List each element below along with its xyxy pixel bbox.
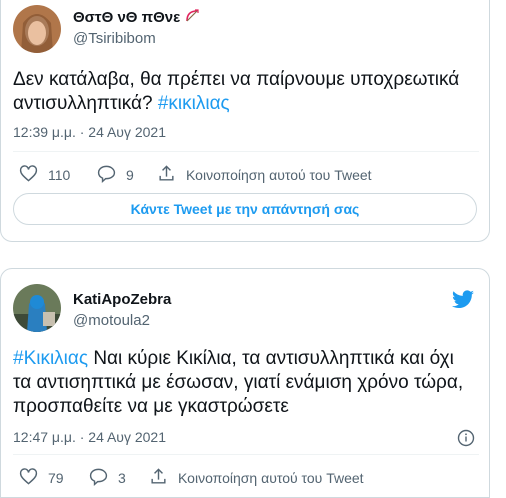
heart-icon bbox=[19, 467, 38, 489]
info-icon[interactable] bbox=[457, 429, 475, 447]
hashtag-link[interactable]: #Κικιλιας bbox=[13, 348, 88, 369]
tweet-text: #Κικιλιας Ναι κύριε Κικίλια, τα αντισυλλ… bbox=[13, 348, 464, 417]
share-icon bbox=[149, 467, 168, 489]
reply-count: 9 bbox=[126, 167, 134, 183]
bow-and-arrow-icon bbox=[184, 8, 200, 28]
reply-action[interactable]: 3 bbox=[89, 467, 126, 489]
like-action[interactable]: 79 bbox=[19, 467, 64, 489]
avatar[interactable] bbox=[13, 5, 61, 53]
avatar[interactable] bbox=[13, 284, 61, 332]
like-count: 110 bbox=[48, 167, 71, 183]
share-action[interactable]: Κοινοποίηση αυτού του Tweet bbox=[157, 164, 372, 186]
reply-tweet-button[interactable]: Κάντε Tweet με την απάντησή σας bbox=[13, 193, 477, 225]
heart-icon bbox=[19, 164, 38, 186]
tweet-card-2: KatiApoZebra @motoula2 #Κικιλιας Ναι κύρ… bbox=[0, 268, 490, 498]
tweet-text: Δεν κατάλαβα, θα πρέπει να παίρνουμε υπο… bbox=[13, 69, 460, 114]
tweet-timestamp[interactable]: 12:39 μ.μ. · 24 Αυγ 2021 bbox=[13, 124, 166, 140]
speech-bubble-icon bbox=[97, 164, 116, 186]
tweet-timestamp[interactable]: 12:47 μ.μ. · 24 Αυγ 2021 bbox=[13, 429, 166, 445]
share-icon bbox=[157, 164, 176, 186]
tweet-card-1: ΘστΘ νΘ πΘνε @Tsiribibom Δεν κατάλαβα, θ… bbox=[0, 0, 490, 242]
user-handle[interactable]: @motoula2 bbox=[73, 312, 150, 329]
reply-action[interactable]: 9 bbox=[97, 164, 134, 186]
speech-bubble-icon bbox=[89, 467, 108, 489]
twitter-bird-icon[interactable] bbox=[451, 287, 475, 311]
user-handle[interactable]: @Tsiribibom bbox=[73, 30, 156, 47]
divider bbox=[13, 151, 479, 152]
share-label: Κοινοποίηση αυτού του Tweet bbox=[186, 167, 372, 183]
divider bbox=[13, 454, 479, 455]
hashtag-link[interactable]: #κικιλιας bbox=[158, 93, 230, 114]
display-name[interactable]: ΘστΘ νΘ πΘνε bbox=[73, 8, 200, 28]
like-action[interactable]: 110 bbox=[19, 164, 70, 186]
share-action[interactable]: Κοινοποίηση αυτού του Tweet bbox=[149, 467, 364, 489]
display-name[interactable]: KatiApoZebra bbox=[73, 291, 171, 308]
